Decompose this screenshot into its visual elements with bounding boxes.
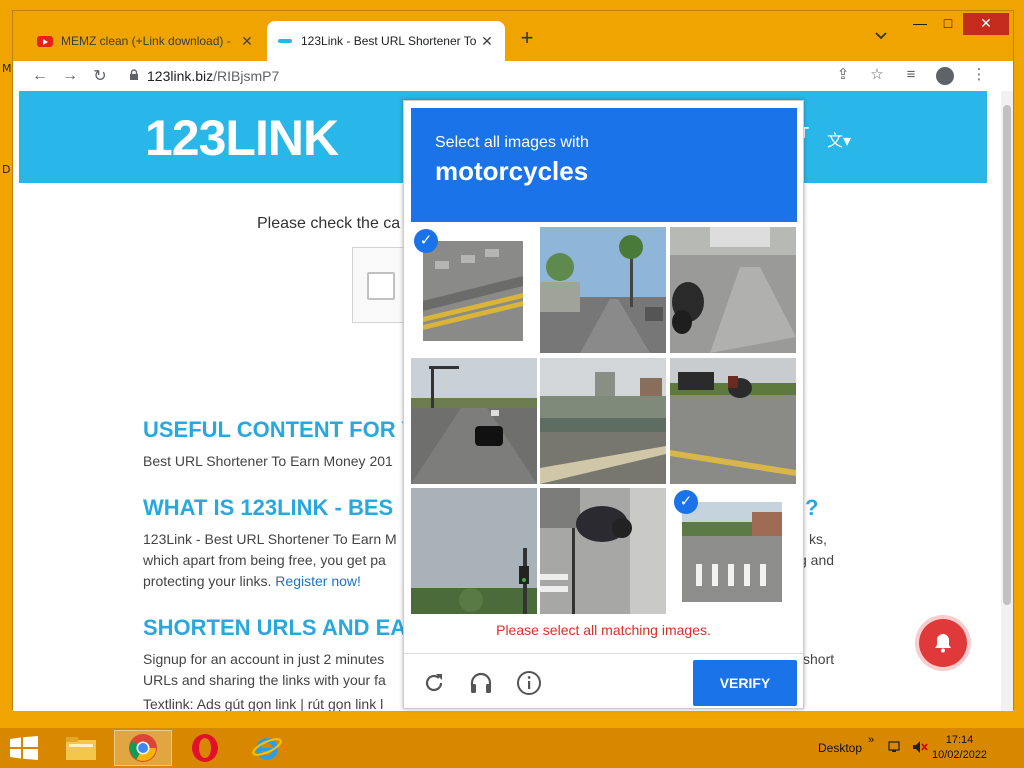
captcha-prompt: Please check the ca xyxy=(257,215,401,232)
internet-explorer-icon[interactable] xyxy=(238,730,296,766)
selected-check-icon: ✓ xyxy=(414,229,438,253)
challenge-instruction: Select all images with xyxy=(435,134,589,151)
network-icon[interactable] xyxy=(888,740,902,757)
tray-expand-icon[interactable]: » xyxy=(868,734,874,746)
tab-strip: MEMZ clean (+Link download) - ✕ 123Link … xyxy=(13,11,1013,61)
recaptcha-checkbox[interactable] xyxy=(367,272,395,300)
tab-title: MEMZ clean (+Link download) - xyxy=(61,34,231,48)
info-icon[interactable] xyxy=(515,669,543,697)
section-heading: USEFUL CONTENT FOR Y xyxy=(143,417,416,442)
youtube-icon xyxy=(37,33,53,49)
challenge-tile[interactable] xyxy=(540,227,666,353)
clock-date: 10/02/2022 xyxy=(932,749,988,761)
close-window-button[interactable]: ✕ xyxy=(963,13,1009,35)
desktop-icon-label[interactable]: D xyxy=(2,163,10,176)
desktop-toolbar-label[interactable]: Desktop xyxy=(818,741,862,755)
site-favicon-icon xyxy=(277,33,293,49)
language-icon[interactable]: 文▾ xyxy=(827,127,851,151)
section-heading: WHAT IS 123LINK - BES xyxy=(143,495,394,520)
desktop-icon-label[interactable]: M xyxy=(2,62,12,75)
tab-memz[interactable]: MEMZ clean (+Link download) - ✕ xyxy=(27,21,265,61)
minimize-button[interactable]: — xyxy=(905,13,935,35)
section-text-tail: short xyxy=(803,651,835,667)
section-text-tail: ks, xyxy=(809,531,827,547)
audio-challenge-icon[interactable] xyxy=(467,669,495,697)
media-control-icon[interactable]: ≡ xyxy=(897,61,925,87)
clock-time: 17:14 xyxy=(945,734,974,746)
forward-arrow-icon[interactable]: → xyxy=(55,67,85,85)
notification-bell-button[interactable] xyxy=(919,619,967,667)
tab-close-icon[interactable]: ✕ xyxy=(239,33,255,50)
maximize-button[interactable]: □ xyxy=(933,13,963,35)
reload-icon[interactable]: ↻ xyxy=(85,66,115,86)
challenge-tile[interactable] xyxy=(411,488,537,614)
selected-check-icon: ✓ xyxy=(674,490,698,514)
share-icon[interactable]: ⇪ xyxy=(829,61,857,87)
scrollbar-thumb[interactable] xyxy=(1003,105,1011,605)
page-scrollbar[interactable] xyxy=(1001,91,1013,711)
url-text: 123link.biz/RIBjsmP7 xyxy=(147,68,280,84)
challenge-tile[interactable] xyxy=(540,488,666,614)
profile-avatar[interactable] xyxy=(931,61,959,87)
new-tab-button[interactable]: + xyxy=(513,25,541,51)
browser-toolbar: ← → ↻ 123link.biz/RIBjsmP7 ⇪ ☆ ≡ ⋮ xyxy=(13,61,1013,91)
challenge-header: Select all images with motorcycles xyxy=(411,108,797,222)
back-arrow-icon[interactable]: ← xyxy=(25,67,55,85)
taskbar: Desktop » 17:14 10/02/2022 xyxy=(0,728,1024,768)
tab-close-icon[interactable]: ✕ xyxy=(479,33,495,50)
section-text-tail: g and xyxy=(799,552,835,568)
file-explorer-icon[interactable] xyxy=(52,730,110,766)
system-clock[interactable]: 17:14 10/02/2022 xyxy=(932,733,987,763)
opera-icon[interactable] xyxy=(176,730,234,766)
challenge-tile[interactable] xyxy=(540,358,666,484)
menu-kebab-icon[interactable]: ⋮ xyxy=(965,61,993,87)
challenge-tile[interactable] xyxy=(670,227,796,353)
windows-start-icon[interactable] xyxy=(10,736,38,765)
lock-icon[interactable] xyxy=(129,68,139,84)
tab-123link[interactable]: 123Link - Best URL Shortener To ✕ xyxy=(267,21,505,61)
toolbar-actions: ⇪ ☆ ≡ ⋮ xyxy=(829,61,993,87)
challenge-tile[interactable] xyxy=(670,358,796,484)
divider xyxy=(404,653,803,654)
section-heading: SHORTEN URLS AND EA xyxy=(143,615,407,640)
challenge-error-message: Please select all matching images. xyxy=(496,622,711,638)
volume-muted-icon[interactable] xyxy=(912,740,928,757)
section-heading-tail: ? xyxy=(805,495,819,520)
challenge-tile[interactable] xyxy=(411,358,537,484)
bookmark-star-icon[interactable]: ☆ xyxy=(863,61,891,87)
register-link[interactable]: Register now! xyxy=(275,573,361,589)
chrome-icon[interactable] xyxy=(114,730,172,766)
tab-search-chevron-icon[interactable] xyxy=(875,29,887,43)
tab-title: 123Link - Best URL Shortener To xyxy=(301,34,477,48)
reload-challenge-icon[interactable] xyxy=(420,669,448,697)
challenge-target: motorcycles xyxy=(435,156,589,186)
site-logo[interactable]: 123LINK xyxy=(145,109,339,167)
recaptcha-challenge: Select all images with motorcycles ✓ ✓ P… xyxy=(403,100,804,709)
verify-button[interactable]: VERIFY xyxy=(693,660,797,706)
